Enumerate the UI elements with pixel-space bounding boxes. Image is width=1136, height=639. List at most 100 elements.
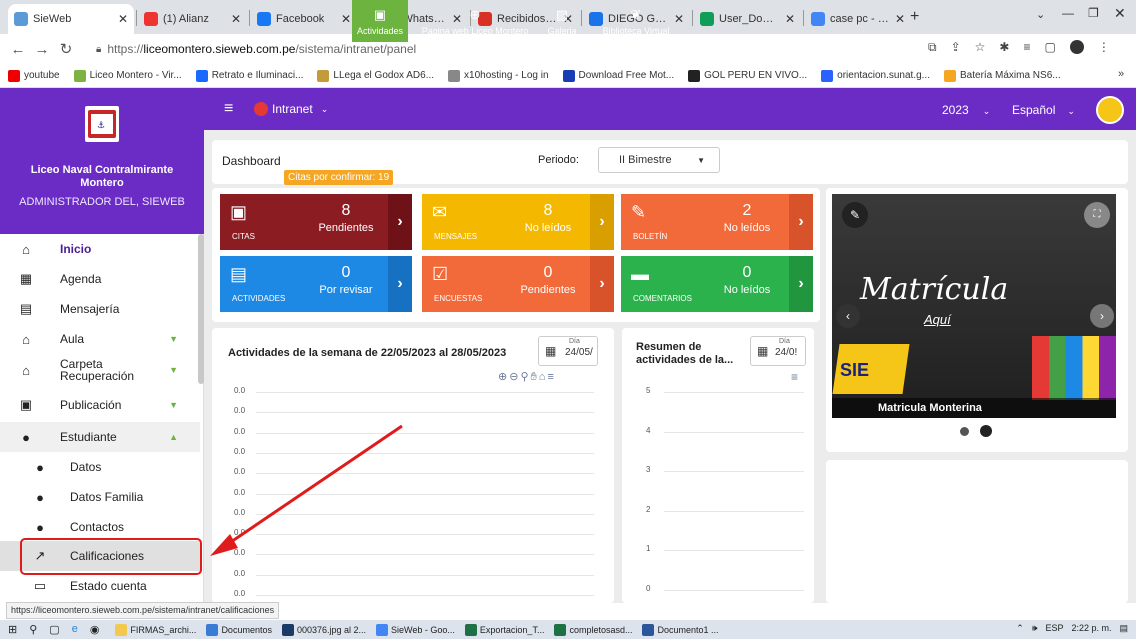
taskbar-app[interactable]: Exportacion_T... <box>464 623 544 636</box>
share-icon[interactable]: ⇪ <box>951 40 961 55</box>
search-icon[interactable]: ⚲ <box>29 623 37 636</box>
summary-date-picker[interactable]: ▦ Día 24/0! <box>750 336 806 366</box>
sidebar-item-mensajería[interactable]: ▤ Mensajería <box>0 294 200 324</box>
minimize-button[interactable]: — <box>1062 6 1074 20</box>
pan-icon[interactable]: ✋︎ <box>531 371 539 383</box>
carousel-dot[interactable] <box>960 427 969 436</box>
bookmarks-more-button[interactable]: » <box>1118 68 1124 80</box>
banner-image[interactable]: Matrícula Aquí SIE Matricula Monterina ✎… <box>832 194 1116 418</box>
bookmark-item[interactable]: GOL PERU EN VIVO... <box>688 69 807 82</box>
notifications-icon[interactable]: ▤ <box>1119 623 1128 634</box>
chrome-taskbar-icon[interactable]: ◉ <box>90 623 100 636</box>
taskbar-app[interactable]: Documentos <box>206 623 272 636</box>
summary-card-citas[interactable]: ▣ 8 Pendientes CITAS › <box>220 194 412 250</box>
browser-tab[interactable]: case pc - Bus ✕ <box>805 4 911 34</box>
clock[interactable]: 2:22 p. m. <box>1071 623 1111 634</box>
reload-icon[interactable]: ↻ <box>54 40 78 58</box>
nav-pagina-web[interactable]: ⊕ Pagina web Liceo Montero <box>416 0 534 42</box>
intranet-selector[interactable]: Intranet ⌄ <box>254 102 328 116</box>
edit-icon[interactable]: ✎ <box>842 202 868 228</box>
carousel-prev-icon[interactable]: ‹ <box>836 304 860 328</box>
bookmark-item[interactable]: orientacion.sunat.g... <box>821 69 930 82</box>
close-tab-icon[interactable]: ✕ <box>341 12 351 26</box>
network-icon[interactable]: ⌃ <box>1016 623 1024 634</box>
sidebar-item-aula[interactable]: ⌂ Aula ▼ <box>0 324 200 354</box>
nav-galeria[interactable]: ▨ Galeria <box>540 0 584 42</box>
maximize-button[interactable]: ❐ <box>1088 6 1099 20</box>
bookmark-item[interactable]: LLega el Godox AD6... <box>317 69 434 82</box>
bookmark-item[interactable]: Retrato e Iluminaci... <box>195 69 303 82</box>
chevron-down-icon[interactable]: ▼ <box>169 365 178 375</box>
chart-menu-icon[interactable]: ≡ <box>791 370 798 384</box>
edge-icon[interactable]: e <box>72 623 78 636</box>
zoom-in-icon[interactable]: ⊕ <box>498 371 509 383</box>
carousel-next-icon[interactable]: › <box>1090 304 1114 328</box>
language-selector[interactable]: Español ⌄ <box>1012 103 1075 117</box>
card-arrow-icon[interactable]: › <box>590 194 614 250</box>
card-arrow-icon[interactable]: › <box>590 256 614 312</box>
sidebar-item-estudiante[interactable]: ● Estudiante ▲ <box>0 422 200 452</box>
summary-card-actividades[interactable]: ▤ 0 Por revisar ACTIVIDADES › <box>220 256 412 312</box>
taskbar-app[interactable]: SieWeb - Goo... <box>376 623 455 636</box>
period-select[interactable]: II Bimestre ▼ <box>598 147 720 173</box>
carousel-dot-active[interactable] <box>980 425 992 437</box>
user-avatar[interactable] <box>1096 96 1124 124</box>
browser-tab[interactable]: (1) Alianz ✕ <box>138 4 247 34</box>
chart-toolbar[interactable]: ⊕⊖⚲✋︎⌂≡ <box>498 370 556 384</box>
taskbar-app[interactable]: completosasd... <box>554 623 632 636</box>
taskbar-app[interactable]: 000376.jpg al 2... <box>281 623 366 636</box>
sidebar-item-datos[interactable]: ● Datos <box>0 452 200 482</box>
card-arrow-icon[interactable]: › <box>789 194 813 250</box>
close-tab-icon[interactable]: ✕ <box>785 12 795 26</box>
chevron-up-icon[interactable]: ▲ <box>169 432 178 442</box>
reading-list-icon[interactable]: ≡ <box>1023 40 1030 55</box>
card-arrow-icon[interactable]: › <box>388 256 412 312</box>
card-arrow-icon[interactable]: › <box>388 194 412 250</box>
close-tab-icon[interactable]: ✕ <box>895 12 905 26</box>
browser-tab[interactable]: Facebook ✕ <box>251 4 357 34</box>
close-tab-icon[interactable]: ✕ <box>118 12 128 26</box>
menu-icon[interactable]: ≡ <box>547 371 555 383</box>
sidebar-item-publicación[interactable]: ▣ Publicación ▼ <box>0 390 200 420</box>
pending-appointments-badge[interactable]: Citas por confirmar: 19 <box>284 170 394 185</box>
install-app-icon[interactable]: ⧉ <box>928 40 937 55</box>
card-arrow-icon[interactable]: › <box>789 256 813 312</box>
sidepanel-icon[interactable]: ▢ <box>1044 40 1055 55</box>
nav-actividades[interactable]: ▣ Actividades <box>352 0 408 42</box>
sidebar-item-carpeta-recuperación[interactable]: ⌂ Carpeta Recuperación ▼ <box>0 355 200 385</box>
close-window-button[interactable]: ✕ <box>1114 5 1126 22</box>
bookmark-item[interactable]: Liceo Montero - Vir... <box>73 69 182 82</box>
sidebar-item-datos-familia[interactable]: ● Datos Familia <box>0 482 200 512</box>
lang-indicator[interactable]: ESP <box>1045 623 1063 634</box>
bookmark-item[interactable]: youtube <box>8 69 60 82</box>
year-selector[interactable]: 2023 ⌄ <box>942 103 990 117</box>
bookmark-item[interactable]: Download Free Mot... <box>562 69 674 82</box>
taskbar-app[interactable]: FIRMAS_archi... <box>115 623 196 636</box>
zoom-icon[interactable]: ⚲ <box>520 371 530 383</box>
profile-avatar[interactable] <box>1069 40 1084 54</box>
browser-tab[interactable]: User_Downlo ✕ <box>694 4 801 34</box>
fullscreen-icon[interactable]: ⛶ <box>1084 202 1110 228</box>
close-tab-icon[interactable]: ✕ <box>231 12 241 26</box>
volume-icon[interactable]: 🕪︎ <box>1032 623 1038 634</box>
extensions-icon[interactable]: ✱ <box>999 40 1009 55</box>
browser-tab[interactable]: SieWeb ✕ <box>8 4 134 34</box>
sidebar-item-inicio[interactable]: ⌂ Inicio <box>0 234 200 264</box>
sidebar-item-estado-cuenta[interactable]: ▭ Estado cuenta <box>0 571 200 601</box>
chevron-down-icon[interactable]: ▼ <box>169 334 178 344</box>
zoom-out-icon[interactable]: ⊖ <box>509 371 520 383</box>
summary-card-comentarios[interactable]: ▬ 0 No leídos COMENTARIOS › <box>621 256 813 312</box>
task-view-icon[interactable]: ▢ <box>49 623 59 636</box>
chevron-down-icon[interactable]: ▼ <box>169 400 178 410</box>
bookmark-item[interactable]: Batería Máxima NS6... <box>944 69 1061 82</box>
bookmark-star-icon[interactable]: ☆ <box>975 40 986 55</box>
sidebar-item-agenda[interactable]: ▦ Agenda <box>0 264 200 294</box>
back-icon[interactable]: ← <box>6 41 30 58</box>
hamburger-menu-icon[interactable]: ≡ <box>224 100 233 118</box>
start-icon[interactable]: ⊞ <box>8 623 17 636</box>
taskbar-app[interactable]: Documento1 ... <box>642 623 719 636</box>
forward-icon[interactable]: → <box>30 41 54 58</box>
weekly-date-picker[interactable]: ▦ Día 24/05/ <box>538 336 598 366</box>
menu-kebab-icon[interactable]: ⋮ <box>1098 40 1110 55</box>
new-tab-button[interactable]: + <box>910 8 919 26</box>
